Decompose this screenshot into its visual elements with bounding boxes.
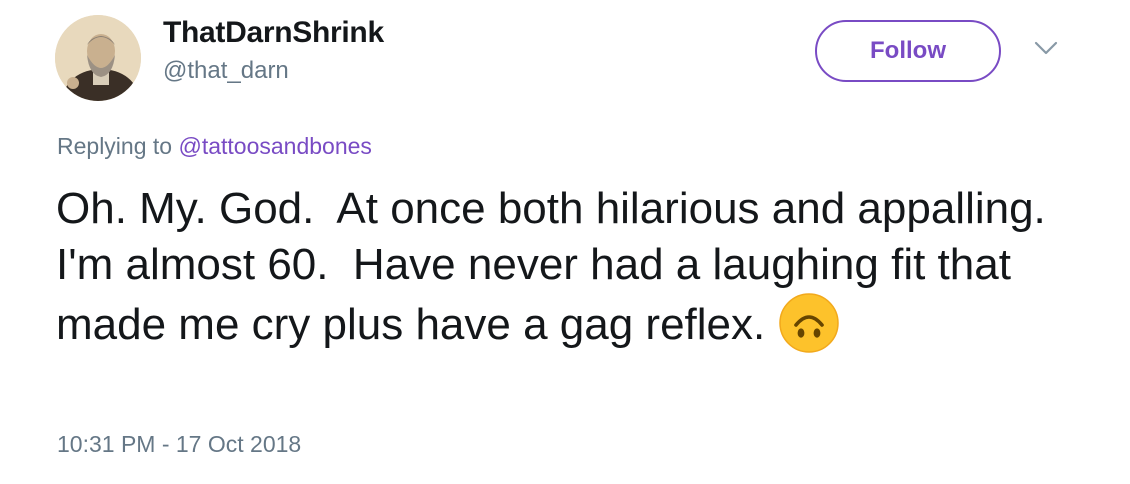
follow-button[interactable]: Follow — [815, 20, 1001, 82]
replying-to-label: Replying to — [57, 133, 179, 159]
avatar[interactable] — [55, 15, 141, 101]
upside-down-face-emoji — [779, 293, 840, 367]
profile-avatar-image — [55, 15, 141, 101]
display-name[interactable]: ThatDarnShrink — [163, 16, 384, 50]
tweet-body: Oh. My. God. At once both hilarious and … — [56, 184, 1071, 349]
reply-target-link[interactable]: @tattoosandbones — [178, 133, 371, 159]
tweet-text: Oh. My. God. At once both hilarious and … — [56, 181, 1066, 367]
tweet-timestamp[interactable]: 10:31 PM - 17 Oct 2018 — [57, 431, 301, 458]
user-handle[interactable]: @that_darn — [163, 57, 289, 85]
replying-to-line: Replying to @tattoosandbones — [57, 133, 372, 160]
chevron-down-icon[interactable] — [1032, 38, 1060, 58]
